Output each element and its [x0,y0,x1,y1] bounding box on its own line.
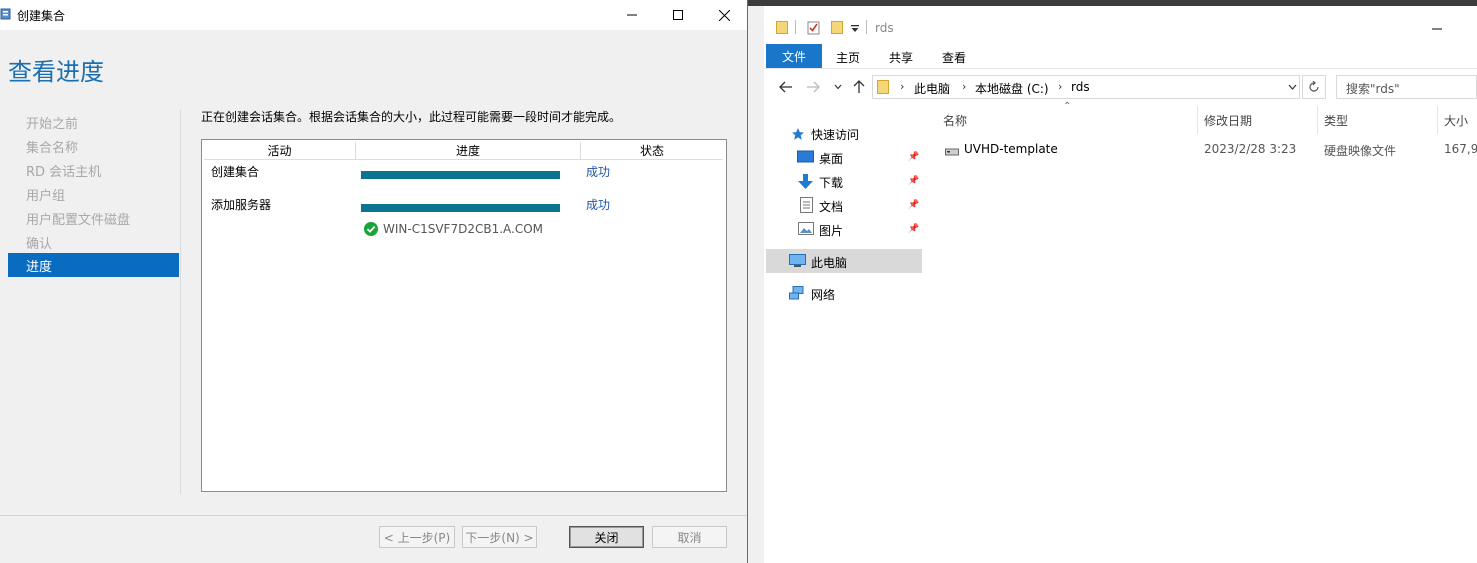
file-name[interactable]: UVHD-template [964,142,1058,156]
progress-table: 活动 进度 状态 创建集合 成功 添加服务器 成功 WIN-C1SVF7D2CB… [201,139,727,492]
download-icon [798,174,813,189]
activity-add-servers: 添加服务器 [211,198,272,212]
page-title: 查看进度 [8,58,104,86]
progress-bar-create-collection [361,171,560,179]
progress-description: 正在创建会话集合。根据会话集合的大小，此过程可能需要一段时间才能完成。 [201,110,622,124]
nav-desktop[interactable]: 桌面 [819,150,843,167]
cancel-button[interactable]: 取消 [652,526,727,548]
toolbar-divider [795,20,796,34]
status-add-servers: 成功 [586,198,611,212]
column-header-type[interactable]: 类型 [1324,112,1348,129]
close-button[interactable]: 关闭 [569,526,644,548]
breadcrumb-separator-icon[interactable]: › [1058,80,1062,93]
breadcrumb-rds[interactable]: rds [1071,80,1090,94]
address-dropdown-chevron-icon[interactable] [1288,84,1297,90]
tab-home[interactable]: 主页 [836,49,860,66]
sort-ascending-icon: ⌃ [1063,101,1072,112]
server-name: WIN-C1SVF7D2CB1.A.COM [383,222,544,236]
properties-icon[interactable] [807,20,821,35]
nav-this-pc[interactable]: 此电脑 [811,254,847,271]
breadcrumb-local-disk[interactable]: 本地磁盘 (C:) [975,80,1049,97]
status-create-collection: 成功 [586,165,611,179]
minimize-icon [627,14,637,16]
close-window-button[interactable] [701,0,747,30]
minimize-icon [1432,28,1442,30]
background-window [748,0,764,563]
file-size: 167,9 [1444,142,1477,156]
toolbar-divider [866,20,867,34]
wizard-window: 创建集合 查看进度 开始之前 集合名称 RD 会话主机 用户组 用户配置文件磁盘… [0,0,747,563]
explorer-title: rds [875,21,894,35]
refresh-button[interactable] [1302,75,1326,99]
nav-item-collection-name: 集合名称 [26,141,79,156]
success-check-icon [364,222,378,236]
maximize-icon [673,10,683,20]
column-header-activity[interactable]: 活动 [204,142,356,160]
nav-item-rd-session-host: RD 会话主机 [26,165,102,180]
tab-share[interactable]: 共享 [889,49,913,66]
divider [180,110,181,494]
wizard-title: 创建集合 [17,9,66,23]
nav-item-user-groups: 用户组 [26,189,66,204]
pin-icon[interactable]: 📌 [908,224,919,234]
maximize-button[interactable] [655,0,701,30]
back-arrow-icon[interactable] [779,81,792,93]
column-header-modified[interactable]: 修改日期 [1204,112,1252,129]
pin-icon[interactable]: 📌 [908,176,919,186]
forward-arrow-icon[interactable] [807,81,820,93]
pin-icon[interactable]: 📌 [908,152,919,162]
new-folder-icon[interactable] [831,20,843,34]
nav-pictures[interactable]: 图片 [819,222,843,239]
disk-image-icon [945,148,959,156]
tab-file[interactable]: 文件 [766,44,822,68]
close-icon [718,9,730,21]
nav-documents[interactable]: 文档 [819,198,843,215]
file-type: 硬盘映像文件 [1324,144,1397,158]
server-manager-icon [0,8,11,20]
minimize-button[interactable] [609,0,655,30]
activity-create-collection: 创建集合 [211,165,260,179]
recent-locations-chevron-icon[interactable] [834,84,842,90]
column-divider[interactable] [1197,106,1198,134]
next-button[interactable]: 下一步(N) > [462,526,537,548]
desktop-icon [797,150,814,163]
column-header-name[interactable]: 名称 [943,112,967,129]
column-header-progress[interactable]: 进度 [356,142,581,160]
network-icon [789,286,804,300]
nav-quick-access[interactable]: 快速访问 [811,126,859,143]
customize-quick-access-dropdown-icon[interactable] [851,25,859,33]
nav-item-before-you-begin: 开始之前 [26,117,79,132]
nav-item-confirmation: 确认 [26,237,53,252]
file-modified: 2023/2/28 3:23 [1204,142,1297,156]
breadcrumb-separator-icon[interactable]: › [900,80,904,93]
column-header-size[interactable]: 大小 [1444,112,1468,129]
navigation-pane [764,106,924,563]
document-icon [800,197,813,213]
nav-item-user-profile-disks: 用户配置文件磁盘 [26,213,131,228]
folder-icon [877,80,889,94]
folder-icon [776,21,788,34]
nav-item-progress: 进度 [26,260,53,275]
star-icon [792,128,804,140]
column-divider[interactable] [1317,106,1318,134]
search-input[interactable]: 搜索"rds" [1336,75,1477,99]
column-divider[interactable] [1437,106,1438,134]
pin-icon[interactable]: 📌 [908,200,919,210]
computer-icon [789,254,806,267]
breadcrumb-this-pc[interactable]: 此电脑 [914,80,950,97]
pictures-icon [798,222,814,235]
ribbon-tabs [764,44,1477,68]
nav-downloads[interactable]: 下载 [819,174,843,191]
breadcrumb-separator-icon[interactable]: › [962,80,966,93]
nav-network[interactable]: 网络 [811,286,835,303]
refresh-icon [1309,81,1319,92]
previous-button[interactable]: < 上一步(P) [379,526,455,548]
tab-view[interactable]: 查看 [942,49,966,66]
progress-bar-add-servers [361,204,560,212]
explorer-minimize-button[interactable] [1432,14,1448,34]
column-header-status[interactable]: 状态 [581,142,723,160]
up-arrow-icon[interactable] [853,80,865,93]
